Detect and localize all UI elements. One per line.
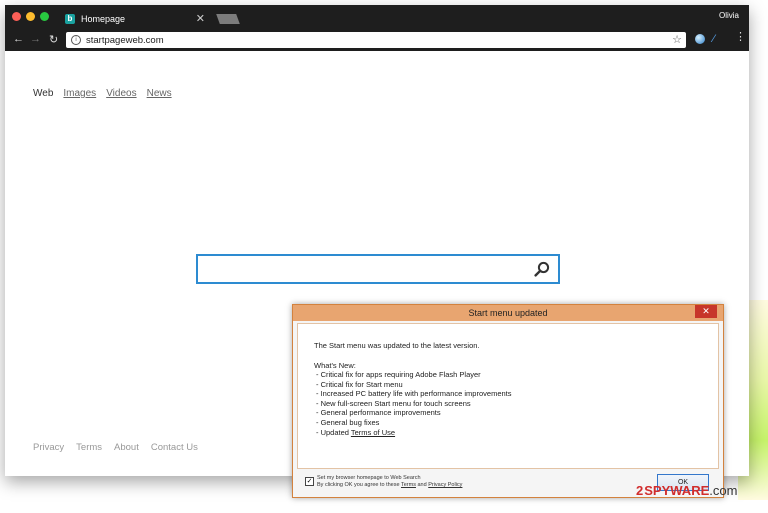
dialog-close-icon[interactable]: ✕ xyxy=(695,305,717,318)
list-item: - General performance improvements xyxy=(316,408,441,418)
dialog-message: The Start menu was updated to the latest… xyxy=(314,341,480,350)
tab-favicon-icon: b xyxy=(65,13,75,24)
list-item-prefix: - Updated xyxy=(316,427,351,437)
window-close-icon[interactable] xyxy=(12,12,21,21)
footer-about-link[interactable]: About xyxy=(114,442,139,453)
menu-dots-icon[interactable]: ⋮ xyxy=(735,32,746,43)
changes-list: - Critical fix for apps requiring Adobe … xyxy=(316,370,512,437)
page-footer: Privacy Terms About Contact Us xyxy=(33,442,198,453)
footer-privacy-link[interactable]: Privacy xyxy=(33,442,64,453)
forward-arrow-icon[interactable]: → xyxy=(30,33,41,45)
dialog-body: The Start menu was updated to the latest… xyxy=(297,323,719,469)
consent-text: Set my browser homepage to Web Search By… xyxy=(317,475,462,489)
watermark-domain: .com xyxy=(709,483,738,498)
tab-homepage[interactable]: b Homepage ✕ xyxy=(59,8,211,29)
consent-and: and xyxy=(415,482,429,488)
window-minimize-icon[interactable] xyxy=(26,12,35,21)
nav-images[interactable]: Images xyxy=(63,88,96,99)
star-icon[interactable]: ☆ xyxy=(672,33,682,46)
profile-name[interactable]: Olivia xyxy=(719,11,739,20)
watermark-digit: 2 xyxy=(636,483,644,498)
search-nav: Web Images Videos News xyxy=(33,88,172,99)
list-item: - Critical fix for Start menu xyxy=(316,379,403,389)
url-text[interactable]: startpageweb.com xyxy=(86,35,164,46)
consent-line-1: Set my browser homepage to Web Search xyxy=(317,475,421,481)
browser-toolbar: ← → ↻ i startpageweb.com ☆ ⁄ ⋮ xyxy=(5,29,749,51)
list-item: - General bug fixes xyxy=(316,417,380,427)
title-bar: b Homepage ✕ Olivia xyxy=(5,5,749,29)
list-item: - Updated Terms of Use xyxy=(316,428,512,438)
list-item: - Increased PC battery life with perform… xyxy=(316,389,512,399)
terms-of-use-link[interactable]: Terms of Use xyxy=(351,428,395,437)
watermark-logo: 2 SPYWARE .com xyxy=(636,483,737,498)
address-bar[interactable]: i startpageweb.com ☆ xyxy=(66,32,686,48)
window-maximize-icon[interactable] xyxy=(40,12,49,21)
start-menu-dialog: Start menu updated ✕ The Start menu was … xyxy=(292,304,724,498)
footer-terms-link[interactable]: Terms xyxy=(76,442,102,453)
search-icon[interactable] xyxy=(534,261,550,277)
footer-contact-link[interactable]: Contact Us xyxy=(151,442,198,453)
consent-terms-link[interactable]: Terms xyxy=(401,482,416,488)
whats-new-heading: What's New: xyxy=(314,361,356,370)
watermark-brand: SPYWARE xyxy=(644,483,710,498)
consent-line-2: By clicking OK you agree to these Terms … xyxy=(317,482,462,489)
reload-icon[interactable]: ↻ xyxy=(49,33,58,46)
extension-pen-icon[interactable]: ⁄ xyxy=(713,33,715,45)
new-tab-button[interactable] xyxy=(216,14,240,24)
nav-news[interactable]: News xyxy=(147,88,172,99)
back-arrow-icon[interactable]: ← xyxy=(13,33,24,45)
consent-privacy-link[interactable]: Privacy Policy xyxy=(428,482,462,488)
dialog-title-bar: Start menu updated ✕ xyxy=(293,305,723,321)
info-icon[interactable]: i xyxy=(71,35,81,45)
list-item: - Critical fix for apps requiring Adobe … xyxy=(316,370,481,379)
tab-title: Homepage xyxy=(81,13,126,24)
consent-prefix: By clicking OK you agree to these xyxy=(317,482,401,488)
homepage-consent-checkbox[interactable]: ✓ xyxy=(305,477,314,486)
extension-globe-icon[interactable] xyxy=(695,34,705,44)
list-item: - New full-screen Start menu for touch s… xyxy=(316,398,471,408)
dialog-title: Start menu updated xyxy=(468,308,548,318)
tab-close-icon[interactable]: ✕ xyxy=(196,12,205,25)
nav-web[interactable]: Web xyxy=(33,88,53,99)
search-input[interactable] xyxy=(196,254,560,284)
nav-videos[interactable]: Videos xyxy=(106,88,136,99)
